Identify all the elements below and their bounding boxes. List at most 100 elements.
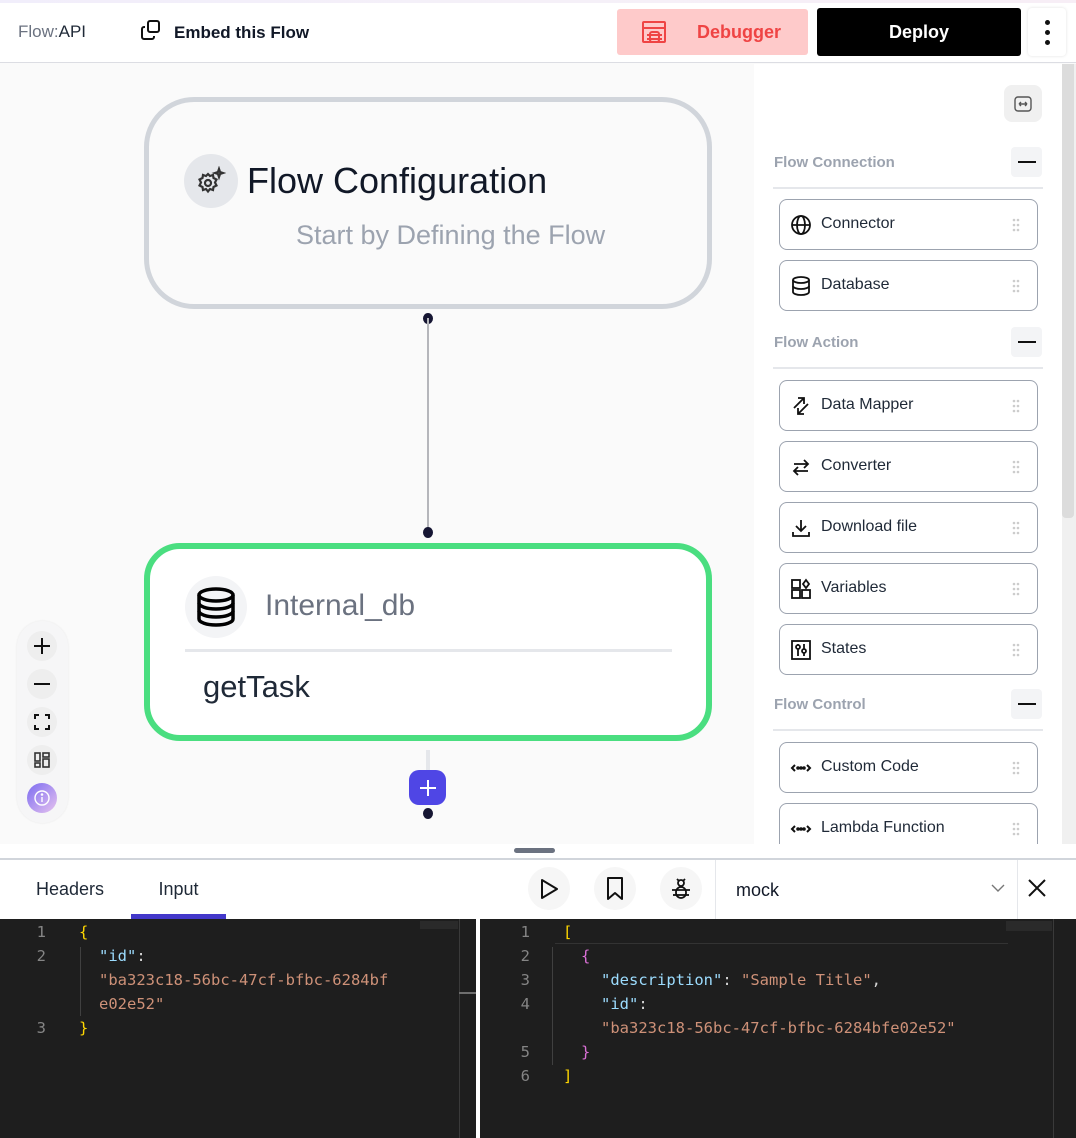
- fit-view-button[interactable]: [27, 707, 57, 737]
- add-node-output-handle[interactable]: [423, 808, 433, 819]
- editor-scrollbar-track[interactable]: [459, 919, 460, 1138]
- palette-item-label: Connector: [821, 215, 895, 232]
- add-node-button[interactable]: [409, 770, 446, 805]
- internal-db-node[interactable]: Internal_db getTask: [144, 543, 712, 741]
- panel-resizer: [0, 844, 1076, 860]
- drag-handle-icon[interactable]: [1012, 218, 1020, 232]
- database-icon: [185, 576, 247, 638]
- debugger-button[interactable]: Debugger: [617, 9, 808, 55]
- db-node-input-handle[interactable]: [423, 527, 433, 538]
- section-divider: [773, 729, 1043, 731]
- editor-scroll-indicator: [459, 992, 476, 994]
- drag-handle-icon[interactable]: [1012, 822, 1020, 836]
- minus-icon: [1017, 161, 1036, 163]
- close-icon[interactable]: [1026, 877, 1048, 899]
- layout-button[interactable]: [27, 745, 57, 775]
- save-button[interactable]: [594, 867, 636, 910]
- shapes-icon: [790, 578, 812, 600]
- debug-button[interactable]: [660, 867, 702, 910]
- json-key: "id": [99, 947, 137, 965]
- zoom-in-button[interactable]: [27, 631, 57, 661]
- palette-scrollbar[interactable]: [1062, 64, 1076, 844]
- code-icon: [790, 818, 812, 840]
- edge-stub: [426, 750, 430, 772]
- edge-line[interactable]: [427, 318, 429, 532]
- flow-configuration-node[interactable]: Flow Configuration Start by Defining the…: [144, 97, 712, 309]
- editor-minimap[interactable]: [420, 921, 458, 929]
- minus-icon: [34, 683, 50, 685]
- kebab-dot: [1044, 29, 1050, 35]
- palette-item-custom-code[interactable]: Custom Code: [779, 742, 1038, 793]
- json-key: "description": [601, 971, 723, 989]
- request-tabs: Headers Input: [0, 860, 476, 919]
- output-editor[interactable]: 1[ 2{ 3 "description": "Sample Title", 4 "…: [480, 919, 1076, 1138]
- line-number: 3: [520, 971, 530, 989]
- line-number: 3: [36, 1019, 46, 1037]
- palette-item-lambda-function[interactable]: Lambda Function: [779, 803, 1038, 844]
- toggle-flow-control[interactable]: [1011, 689, 1042, 719]
- palette-item-data-mapper[interactable]: Data Mapper: [779, 380, 1038, 431]
- drag-handle-icon[interactable]: [1012, 460, 1020, 474]
- zoom-out-button[interactable]: [27, 669, 57, 699]
- section-title-flow-action: Flow Action: [774, 334, 859, 351]
- palette-scrollbar-thumb[interactable]: [1062, 64, 1074, 518]
- code-token: :: [136, 947, 146, 965]
- indent-guide: [552, 947, 553, 1065]
- flow-prefix: Flow:: [18, 22, 59, 41]
- line-number: 5: [520, 1043, 530, 1061]
- deploy-button[interactable]: Deploy: [817, 8, 1021, 56]
- line-number: 1: [36, 923, 46, 941]
- palette-item-download-file[interactable]: Download file: [779, 502, 1038, 553]
- fullscreen-icon: [34, 714, 50, 730]
- chevron-down-icon: [991, 884, 1005, 892]
- palette-item-variables[interactable]: Variables: [779, 563, 1038, 614]
- drag-handle-icon[interactable]: [1012, 521, 1020, 535]
- database-icon: [790, 275, 812, 297]
- palette-item-states[interactable]: States: [779, 624, 1038, 675]
- bug-icon: [672, 877, 690, 899]
- editor-minimap[interactable]: [1006, 921, 1052, 931]
- line-number: 2: [520, 947, 530, 965]
- toggle-flow-connection[interactable]: [1011, 147, 1042, 177]
- config-node-subtitle: Start by Defining the Flow: [296, 220, 606, 250]
- node-palette: Flow Connection Connector Database Flow …: [754, 64, 1062, 844]
- resize-handle[interactable]: [514, 848, 555, 853]
- drag-handle-icon[interactable]: [1012, 399, 1020, 413]
- response-toolbar: mock: [480, 860, 1076, 919]
- embed-flow-button[interactable]: Embed this Flow: [140, 19, 309, 46]
- palette-item-label: Custom Code: [821, 758, 919, 775]
- flow-canvas[interactable]: Flow Configuration Start by Defining the…: [0, 64, 754, 844]
- tab-headers[interactable]: Headers: [18, 860, 122, 919]
- bookmark-icon: [607, 876, 623, 900]
- info-button[interactable]: [27, 783, 57, 813]
- run-button[interactable]: [528, 867, 570, 910]
- json-value: e02e52": [99, 995, 165, 1013]
- json-value: "ba323c18-56bc-47cf-bfbc-6284bf: [99, 971, 389, 989]
- editor-scrollbar-track[interactable]: [1053, 919, 1054, 1138]
- palette-item-connector[interactable]: Connector: [779, 199, 1038, 250]
- drag-handle-icon[interactable]: [1012, 761, 1020, 775]
- collapse-palette-button[interactable]: [1004, 85, 1042, 122]
- drag-handle-icon[interactable]: [1012, 582, 1020, 596]
- globe-icon: [790, 214, 812, 236]
- palette-item-converter[interactable]: Converter: [779, 441, 1038, 492]
- db-node-divider: [185, 649, 672, 652]
- mock-select-value: mock: [736, 880, 780, 900]
- palette-item-database[interactable]: Database: [779, 260, 1038, 311]
- more-options-button[interactable]: [1028, 8, 1066, 56]
- tab-input[interactable]: Input: [131, 860, 226, 919]
- input-editor[interactable]: 1 { 2 "id": "ba323c18-56bc-47cf-bfbc-6284b…: [0, 919, 476, 1138]
- debugger-icon: [641, 20, 667, 51]
- drag-handle-icon[interactable]: [1012, 279, 1020, 293]
- palette-item-label: Database: [821, 276, 890, 293]
- layout-icon: [34, 752, 50, 768]
- code-token: [: [563, 923, 573, 941]
- code-token: {: [79, 923, 89, 941]
- kebab-vertical-icon: [1044, 19, 1050, 25]
- mock-select[interactable]: mock: [715, 860, 1018, 919]
- drag-handle-icon[interactable]: [1012, 643, 1020, 657]
- toggle-flow-action[interactable]: [1011, 327, 1042, 357]
- section-divider: [773, 367, 1043, 369]
- config-node-title: Flow Configuration: [247, 160, 548, 201]
- minus-icon: [1017, 341, 1036, 343]
